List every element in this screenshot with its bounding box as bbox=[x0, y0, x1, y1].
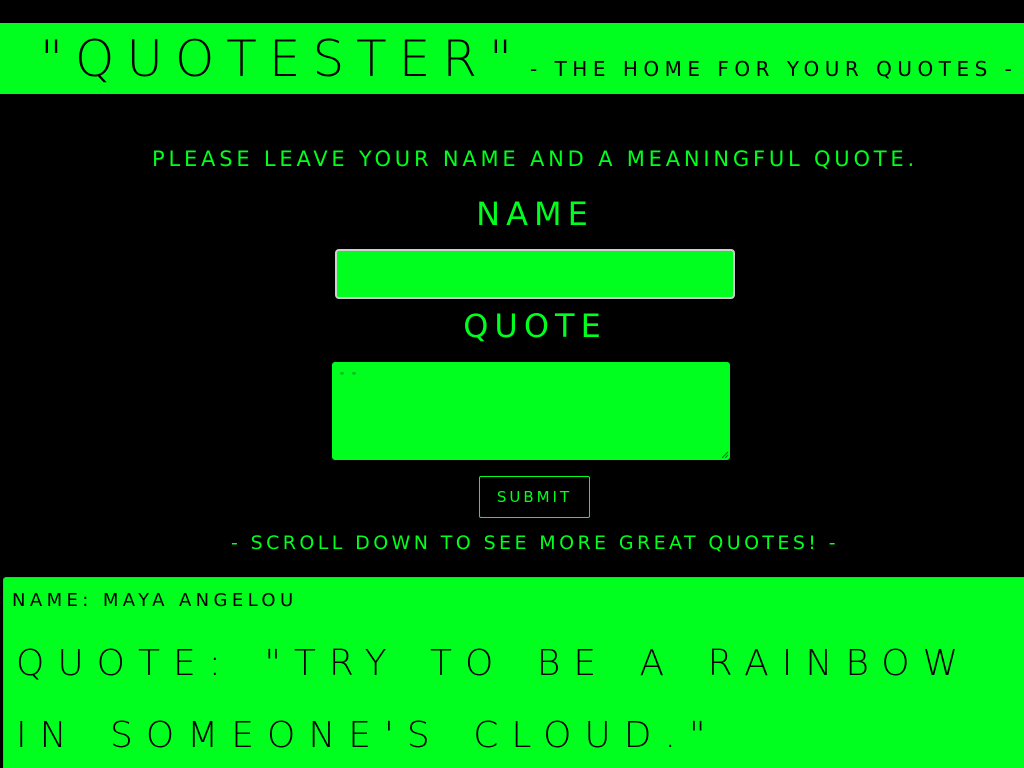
page: "QUOTESTER" - THE HOME FOR YOUR QUOTES -… bbox=[0, 0, 1024, 768]
quote-label: QUOTE bbox=[463, 307, 607, 345]
quote-author: NAME: MAYA ANGELOU bbox=[12, 590, 298, 611]
site-header: "QUOTESTER" - THE HOME FOR YOUR QUOTES - bbox=[0, 23, 1024, 94]
quote-card: NAME: MAYA ANGELOU QUOTE: "TRY TO BE A R… bbox=[3, 577, 1024, 768]
submit-button[interactable]: SUBMIT bbox=[479, 476, 590, 518]
form-intro: PLEASE LEAVE YOUR NAME AND A MEANINGFUL … bbox=[152, 147, 918, 171]
site-title: "QUOTESTER" bbox=[40, 30, 525, 88]
quote-text: QUOTE: "TRY TO BE A RAINBOW IN SOMEONE'S… bbox=[16, 643, 972, 756]
name-label: NAME bbox=[476, 195, 594, 233]
site-tagline: - THE HOME FOR YOUR QUOTES - bbox=[530, 57, 1018, 81]
scroll-hint: - SCROLL DOWN TO SEE MORE GREAT QUOTES! … bbox=[230, 532, 840, 554]
name-input[interactable] bbox=[335, 249, 735, 299]
quote-textarea[interactable] bbox=[332, 362, 730, 460]
resize-grip-icon[interactable] bbox=[719, 449, 729, 459]
